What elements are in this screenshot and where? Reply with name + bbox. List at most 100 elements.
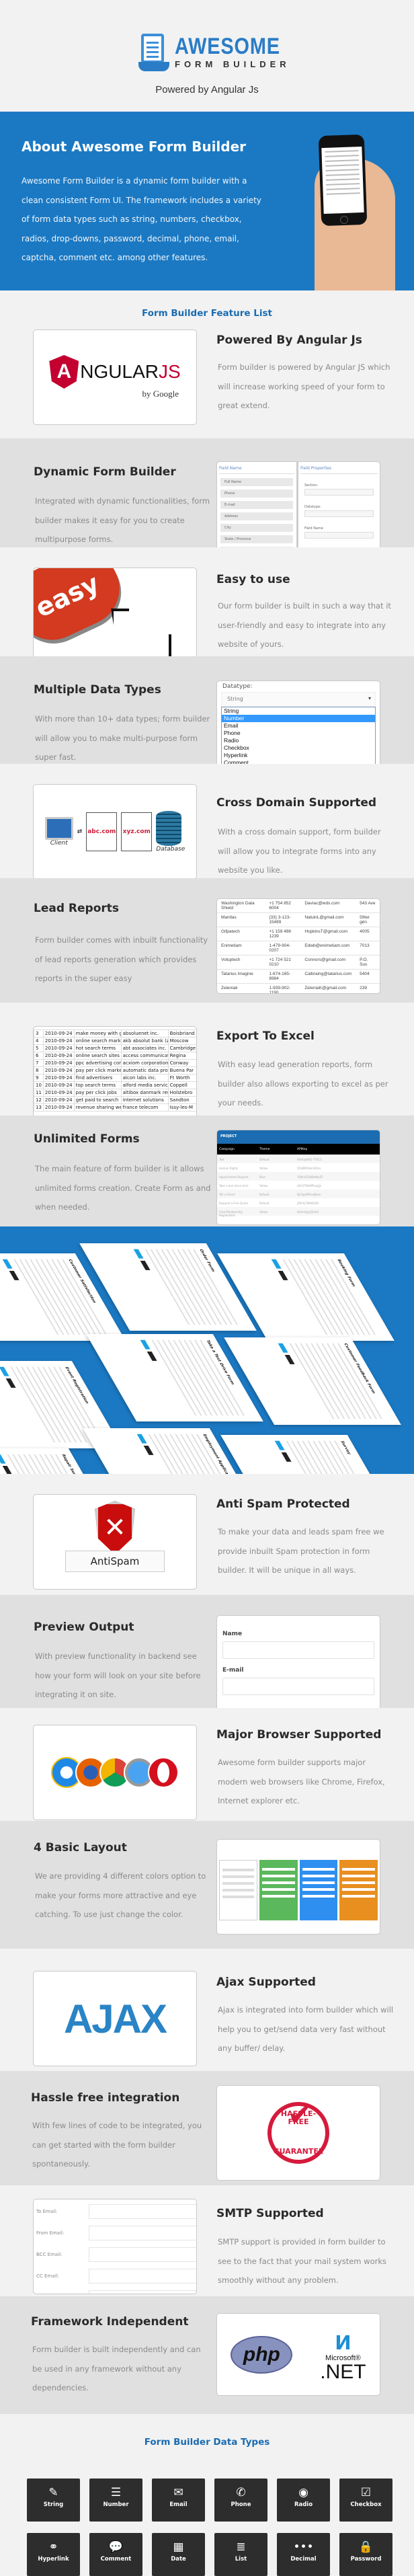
logo[interactable]: AWESOME FORM BUILDER [138,32,299,71]
excel-cell: Coppell [167,1081,196,1089]
project-row: Club Membership Registration Yellow HGzmUJ… [217,1207,380,1217]
about-title: About Awesome Form Builder [22,139,247,155]
project-row: Appointment Request Blue YQ6nhZQHBeWuZF [217,1172,380,1181]
feature-title: Multiple Data Types [34,683,161,697]
data-type-label: Checkbox [350,2501,382,2508]
excel-row: 3 2010-09-24 make money with g absoluenet i… [34,1029,196,1038]
data-type-button-password[interactable]: 🔒 Password [339,2533,392,2576]
excel-row: 13 2010-09-24 revenue sharing we france tel… [34,1103,196,1111]
excel-cell: hot search terms [73,1044,122,1052]
easy-button-image: easy [33,568,197,663]
data-type-button-radio[interactable]: ◉ Radio [277,2479,330,2522]
excel-cell: access communications co- [120,1052,169,1060]
excel-cell: 2010-09-24 [42,1052,75,1060]
excel-cell: Cambridge [167,1044,196,1052]
data-type-label: Date [171,2556,186,2563]
feature-ajax: AJAX Ajax Supported Ajax is integrated i… [0,1949,414,2071]
excel-cell: 2010-09-24 [42,1089,75,1097]
excel-cell: absoluenet inc. [120,1029,169,1038]
logo-title: AWESOME [175,33,280,59]
excel-cell: 5 [34,1044,44,1052]
site-header: AWESOME FORM BUILDER Powered by Angular … [0,0,414,112]
feature-text: SMTP support is provided in form builder… [218,2237,386,2285]
feature-text: Form builder comes with inbuilt function… [35,935,208,983]
feature-title: Preview Output [34,1621,134,1634]
excel-cell: internet solutions [120,1096,169,1104]
feature-text: Integrated with dynamic functionalities,… [35,496,210,544]
feature-lead-reports: Lead Reports Form builder comes with inb… [0,878,414,1003]
php-logo: php [231,2335,293,2374]
form-template-preview: Survey [220,1435,398,1474]
lead-cell: Mantlas [217,912,265,927]
feature-easy-to-use: easy Easy to use Our form builder is bui… [0,547,414,663]
data-type-button-phone[interactable]: ✆ Phone [214,2479,267,2522]
data-type-button-checkbox[interactable]: ☑ Checkbox [339,2479,392,2522]
edit-icon: ✎ [48,2486,58,2499]
feature-title: Powered By Angular Js [216,334,362,347]
excel-row: 5 2010-09-24 hot search terms abt associate… [34,1044,196,1052]
feature-title: SMTP Supported [216,2207,324,2220]
feature-title: Easy to use [216,573,290,586]
lead-cell: 239 [356,983,380,993]
smtp-settings-screenshot: To Email:From Email:BCC Email:CC Email:S… [33,2199,197,2294]
lead-cell: Edwb@enimetiam.com [300,941,356,955]
angularjs-logo-image: A NGULARJS by Google [33,329,197,425]
excel-cell: 7 [34,1059,44,1067]
data-type-button-list[interactable]: ≣ List [214,2533,267,2576]
lead-cell: 7013 [356,941,380,955]
data-type-button-string[interactable]: ✎ String [27,2479,80,2522]
excel-cell: france telecom [120,1103,169,1111]
feature-text: With few lines of code to be integrated,… [32,2121,202,2169]
lead-cell: HopkinsT@gmail.com [300,927,356,941]
excel-cell: 2010-09-24 [42,1074,75,1082]
calendar-icon: ▦ [173,2540,184,2554]
data-type-button-date[interactable]: ▦ Date [152,2533,205,2576]
data-type-label: List [235,2556,247,2563]
data-type-label: Password [350,2556,382,2563]
excel-row: 4 2010-09-24 online search marke akb absolu… [34,1037,196,1045]
lead-cell: Connors@gmail.com [300,955,356,970]
smtp-field: BCC Email: [34,2244,196,2265]
feature-title: Hassle free integration [31,2091,180,2105]
lead-cell: 4005 [356,927,380,941]
feature-text: With easy lead generation reports, form … [218,1060,388,1107]
data-type-button-hyperlink[interactable]: ⚭ Hyperlink [27,2533,80,2576]
layout-color-option [339,1860,378,1920]
lead-row: Voluptech +1 724 521 0210 Connors@gmail.co… [217,955,380,970]
php-dotnet-logos-image: php ᴎ Microsoft® .NET [216,2313,380,2396]
datatype-dropdown-screenshot: Datatype: String String Number Email Pho… [216,680,380,776]
excel-cell: make money with g [73,1029,122,1038]
layout-color-option [299,1860,338,1920]
excel-row: 7 2010-09-24 ppc advertising com acxiom cor… [34,1059,196,1067]
data-type-label: Decimal [290,2556,317,2563]
antispam-badge-image: ✕ AntiSpam [33,1494,197,1590]
excel-row: 11 2010-09-24 pay per click jobs altibox da… [34,1089,196,1097]
smtp-field: To Email: [34,2201,196,2222]
feature-title: Lead Reports [34,902,120,915]
lead-cell: Gifpatech [217,927,265,941]
data-type-button-comment[interactable]: 💬 Comment [89,2533,142,2576]
feature-title: Anti Spam Protected [216,1497,350,1511]
shield-x-icon: ✕ [95,1501,135,1555]
excel-cell: 12 [34,1096,44,1104]
excel-cell: 13 [34,1103,44,1111]
data-type-button-email[interactable]: ✉ Email [152,2479,205,2522]
excel-cell: Issy-les-M [167,1103,196,1111]
about-text: Awesome Form Builder is a dynamic form b… [22,176,261,262]
cross-domain-diagram: Client ⇄ abc.com xyz.com Database [33,784,197,880]
project-row: Tell a Friend Default 8pYgyWRmdJbwo [217,1189,380,1198]
data-type-button-decimal[interactable]: ••• Decimal [277,2533,330,2576]
form-builder-screenshot: Field Name Full Name Phone E-mail Addres… [216,461,380,557]
feature-text: Form builder is built independently and … [32,2345,201,2392]
smtp-field: Smtp Server: [34,2287,196,2294]
excel-cell: 9 [34,1074,44,1082]
feature-text: Awesome form builder supports major mode… [218,1758,385,1805]
lead-reports-table: Washington Data Shield +1 754 852 6004 Dav… [216,898,380,994]
excel-cell: akb absolut bank (zao) [120,1037,169,1045]
data-type-button-number[interactable]: ☰ Number [89,2479,142,2522]
list-icon: ≣ [236,2540,246,2554]
numbered-list-icon: ☰ [110,2486,122,2499]
radio-icon: ◉ [298,2486,308,2499]
lead-cell: Calbraing@tatarius.com [300,969,356,984]
feature-text: The main feature of form builder is it a… [35,1164,211,1212]
